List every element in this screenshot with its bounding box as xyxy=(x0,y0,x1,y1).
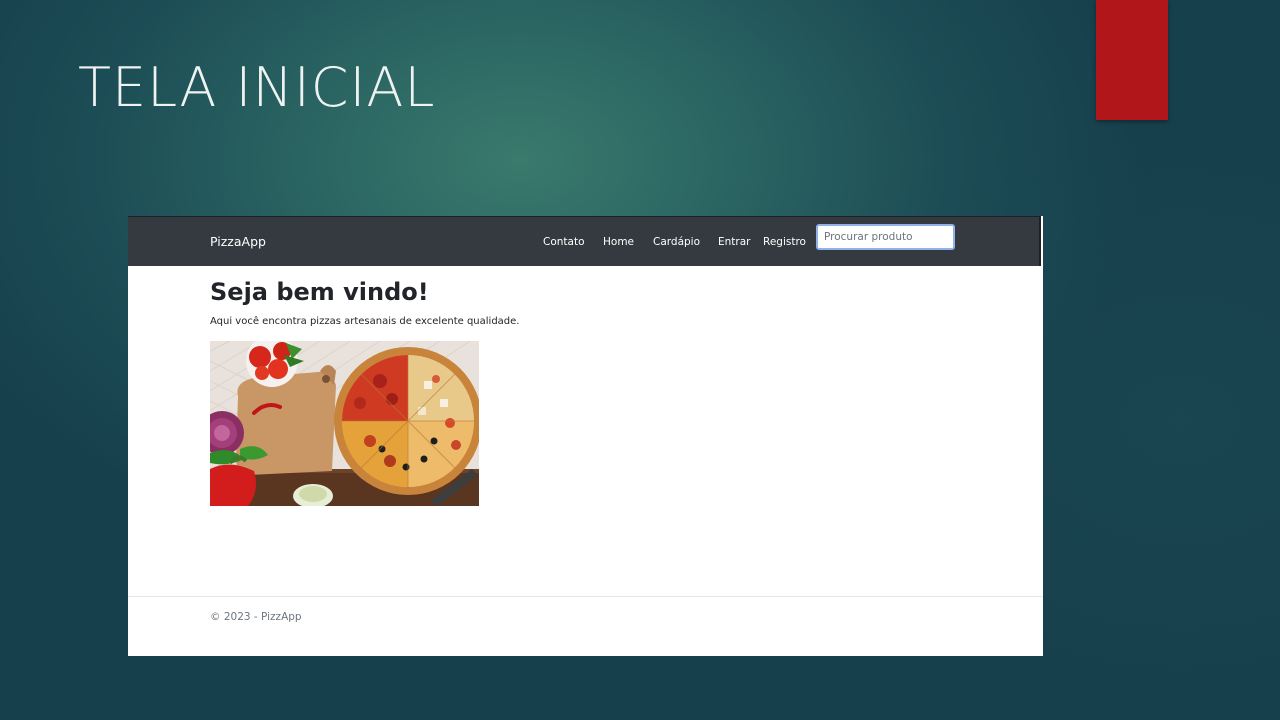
accent-block xyxy=(1096,0,1168,120)
top-navbar: PizzaApp Contato Home Cardápio Entrar Re… xyxy=(128,216,1041,266)
nav-link-home[interactable]: Home xyxy=(603,236,634,248)
slide-title: TELA INICIAL xyxy=(78,56,436,119)
footer-divider xyxy=(128,596,1043,597)
pizza-photo-icon xyxy=(210,341,479,506)
welcome-subtitle: Aqui você encontra pizzas artesanais de … xyxy=(210,316,520,327)
pizza-image xyxy=(210,341,479,506)
nav-link-entrar[interactable]: Entrar xyxy=(718,236,750,248)
nav-link-contato[interactable]: Contato xyxy=(543,236,585,248)
footer-copyright: © 2023 - PizzApp xyxy=(210,611,302,623)
search-input[interactable] xyxy=(816,224,955,250)
app-screenshot: PizzaApp Contato Home Cardápio Entrar Re… xyxy=(128,216,1043,656)
nav-link-cardapio[interactable]: Cardápio xyxy=(653,236,700,248)
brand-link[interactable]: PizzaApp xyxy=(210,234,266,249)
nav-link-registro[interactable]: Registro xyxy=(763,236,806,248)
welcome-heading: Seja bem vindo! xyxy=(210,278,429,306)
